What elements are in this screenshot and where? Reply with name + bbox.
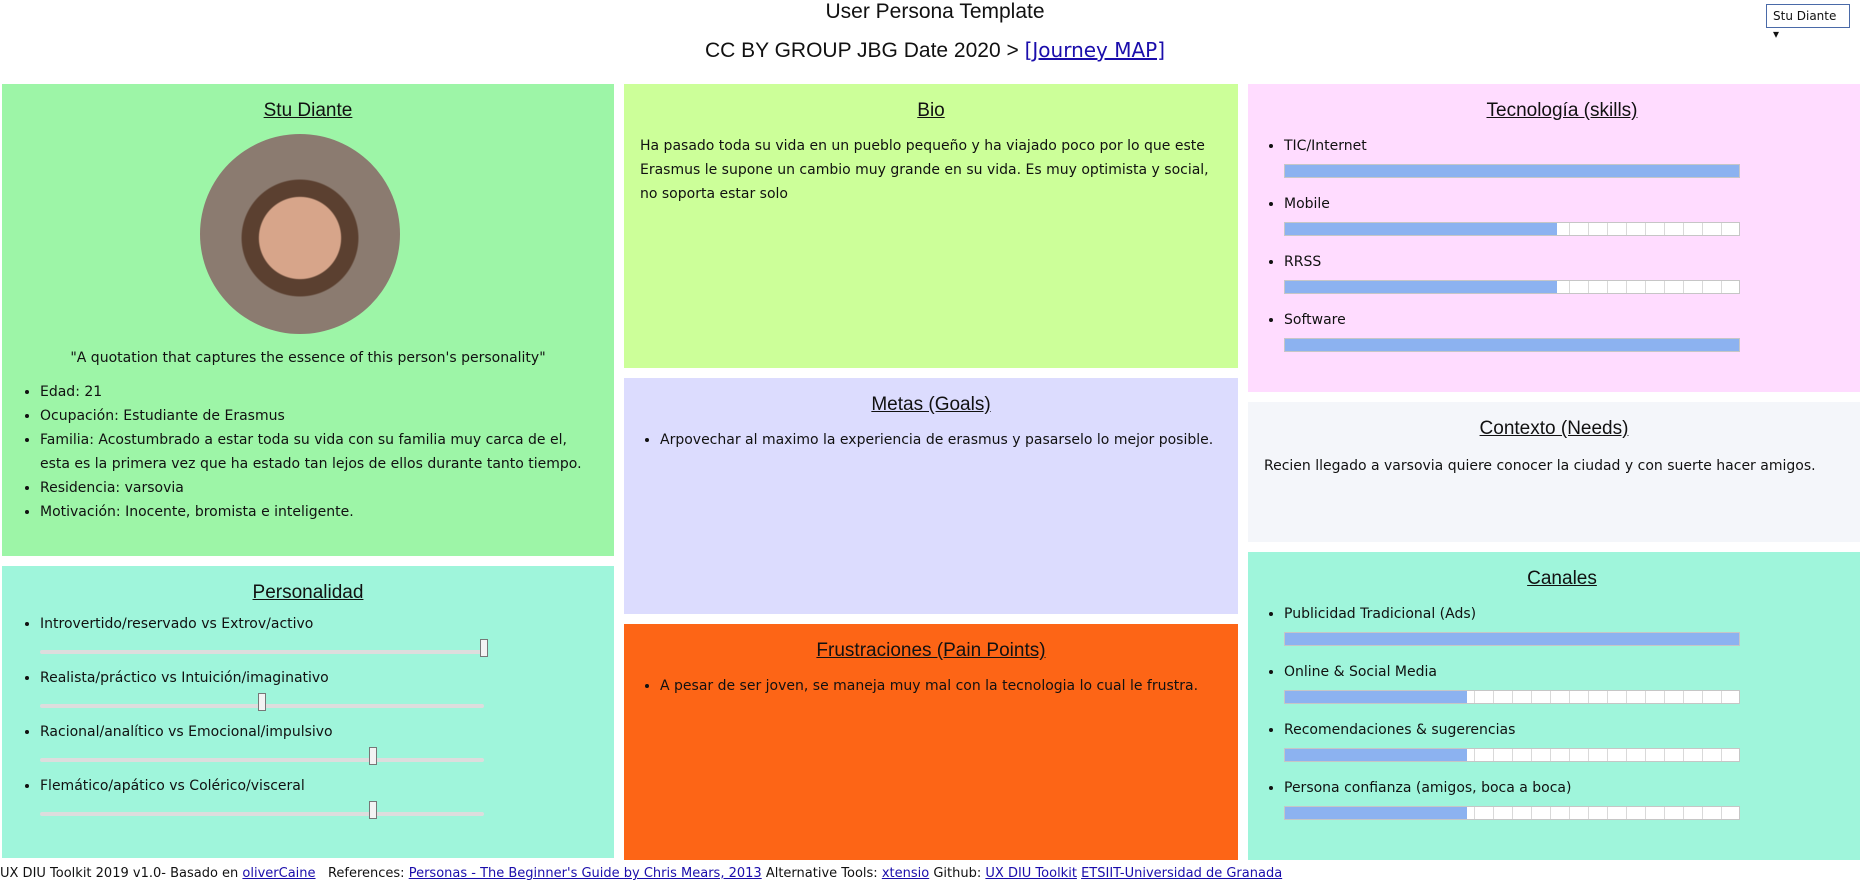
- footer-prefix: UX DIU Toolkit 2019 v1.0- Basado en: [0, 866, 239, 881]
- journey-map-link[interactable]: [Journey MAP]: [1025, 38, 1165, 62]
- context-card: Contexto (Needs) Recien llegado a varsov…: [1248, 402, 1860, 542]
- skill-label: Mobile: [1284, 196, 1330, 212]
- skill-label: RRSS: [1284, 254, 1322, 270]
- persona-select[interactable]: Stu Diante ▾: [1766, 4, 1850, 41]
- goal-item: Arpovechar al maximo la experiencia de e…: [660, 428, 1222, 452]
- trait-slider[interactable]: [40, 636, 488, 660]
- trait-label: Introvertido/reservado vs Extrov/activo: [40, 616, 314, 632]
- skill-item: Mobile: [1284, 192, 1740, 236]
- channels-card: Canales Publicidad Tradicional (Ads) Onl…: [1248, 552, 1860, 860]
- page-title: User Persona Template: [825, 0, 1045, 23]
- slider-thumb[interactable]: [480, 639, 488, 657]
- subtitle-text: CC BY GROUP JBG Date 2020 >: [704, 39, 1019, 62]
- channel-label: Online & Social Media: [1284, 664, 1437, 680]
- personality-title: Personalidad: [252, 582, 364, 603]
- channels-title: Canales: [1527, 568, 1597, 589]
- slider-thumb[interactable]: [369, 801, 377, 819]
- skill-bar: [1284, 164, 1740, 178]
- tech-list: TIC/Internet Mobile RRSS Software: [1250, 134, 1860, 352]
- channel-item: Recomendaciones & sugerencias: [1284, 718, 1740, 762]
- trait-item: Flemático/apático vs Colérico/visceral: [40, 774, 484, 822]
- skill-item: RRSS: [1284, 250, 1740, 294]
- channel-item: Persona confianza (amigos, boca a boca): [1284, 776, 1740, 820]
- trait-slider[interactable]: [40, 798, 484, 822]
- footer: UX DIU Toolkit 2019 v1.0- Basado en oliv…: [0, 866, 1870, 881]
- avatar: [200, 134, 400, 334]
- profile-card: Stu Diante "A quotation that captures th…: [2, 84, 614, 556]
- trait-label: Racional/analítico vs Emocional/impulsiv…: [40, 724, 333, 740]
- bio-text: Ha pasado toda su vida en un pueblo pequ…: [640, 138, 1209, 202]
- channel-bar: [1284, 632, 1740, 646]
- channel-bar: [1284, 806, 1740, 820]
- channel-bar: [1284, 690, 1740, 704]
- persona-name: Stu Diante: [263, 100, 353, 121]
- trait-slider[interactable]: [40, 744, 484, 768]
- channel-label: Recomendaciones & sugerencias: [1284, 722, 1516, 738]
- slider-thumb[interactable]: [369, 747, 377, 765]
- github-label: Github:: [933, 866, 982, 881]
- bio-card: Bio Ha pasado toda su vida en un pueblo …: [624, 84, 1238, 368]
- personality-card: Personalidad Introvertido/reservado vs E…: [2, 566, 614, 858]
- context-text: Recien llegado a varsovia quiere conocer…: [1264, 458, 1816, 474]
- channels-list: Publicidad Tradicional (Ads) Online & So…: [1250, 602, 1860, 820]
- context-title: Contexto (Needs): [1479, 418, 1629, 439]
- trait-label: Realista/práctico vs Intuición/imaginati…: [40, 670, 329, 686]
- detail-age: Edad: 21: [40, 380, 594, 404]
- references-label: References:: [327, 866, 405, 881]
- channel-bar: [1284, 748, 1740, 762]
- xtensio-link[interactable]: xtensio: [882, 866, 929, 881]
- alt-tools-label: Alternative Tools:: [765, 866, 878, 881]
- tech-card: Tecnología (skills) TIC/Internet Mobile …: [1248, 84, 1860, 392]
- persona-quote: "A quotation that captures the essence o…: [70, 350, 546, 366]
- page-subtitle: CC BY GROUP JBG Date 2020 > [Journey MAP…: [0, 38, 1870, 63]
- skill-item: Software: [1284, 308, 1740, 352]
- profile-details: Edad: 21 Ocupación: Estudiante de Erasmu…: [6, 380, 594, 524]
- pains-card: Frustraciones (Pain Points) A pesar de s…: [624, 624, 1238, 860]
- ugr-link[interactable]: ETSIIT-Universidad de Granada: [1081, 866, 1282, 881]
- pains-title: Frustraciones (Pain Points): [816, 640, 1046, 661]
- channel-label: Persona confianza (amigos, boca a boca): [1284, 780, 1572, 796]
- detail-occupation: Ocupación: Estudiante de Erasmus: [40, 404, 594, 428]
- github-link[interactable]: UX DIU Toolkit: [985, 866, 1077, 881]
- tech-title: Tecnología (skills): [1486, 100, 1638, 121]
- trait-item: Introvertido/reservado vs Extrov/activo: [40, 612, 488, 660]
- trait-slider[interactable]: [40, 690, 484, 714]
- channel-label: Publicidad Tradicional (Ads): [1284, 606, 1477, 622]
- personas-guide-link[interactable]: Personas - The Beginner's Guide by Chris…: [409, 866, 762, 881]
- detail-family: Familia: Acostumbrado a estar toda su vi…: [40, 428, 594, 476]
- skill-item: TIC/Internet: [1284, 134, 1740, 178]
- detail-motivation: Motivación: Inocente, bromista e intelig…: [40, 500, 594, 524]
- goals-title: Metas (Goals): [871, 394, 991, 415]
- trait-label: Flemático/apático vs Colérico/visceral: [40, 778, 305, 794]
- skill-label: Software: [1284, 312, 1346, 328]
- detail-residence: Residencia: varsovia: [40, 476, 594, 500]
- skill-bar: [1284, 280, 1740, 294]
- goals-card: Metas (Goals) Arpovechar al maximo la ex…: [624, 378, 1238, 614]
- trait-item: Realista/práctico vs Intuición/imaginati…: [40, 666, 484, 714]
- skill-label: TIC/Internet: [1284, 138, 1367, 154]
- skill-bar: [1284, 338, 1740, 352]
- olivercaine-link[interactable]: oliverCaine: [242, 866, 315, 881]
- channel-item: Publicidad Tradicional (Ads): [1284, 602, 1740, 646]
- pain-item: A pesar de ser joven, se maneja muy mal …: [660, 674, 1222, 698]
- goals-list: Arpovechar al maximo la experiencia de e…: [626, 428, 1222, 452]
- skill-bar: [1284, 222, 1740, 236]
- personality-list: Introvertido/reservado vs Extrov/activo …: [6, 612, 594, 822]
- trait-item: Racional/analítico vs Emocional/impulsiv…: [40, 720, 484, 768]
- channel-item: Online & Social Media: [1284, 660, 1740, 704]
- slider-thumb[interactable]: [258, 693, 266, 711]
- pains-list: A pesar de ser joven, se maneja muy mal …: [626, 674, 1222, 698]
- bio-title: Bio: [917, 100, 945, 121]
